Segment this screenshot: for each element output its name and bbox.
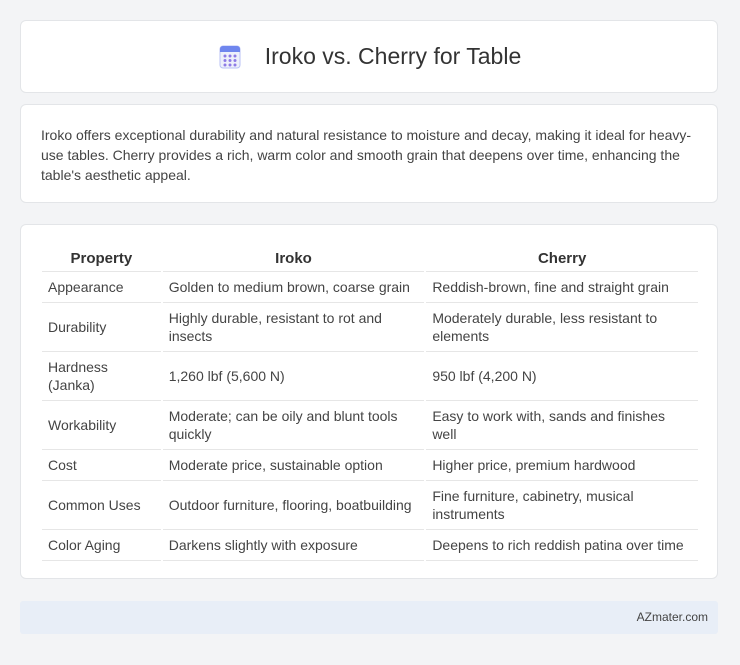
property-cell: Hardness (Janka) (42, 352, 161, 401)
property-cell: Appearance (42, 272, 161, 303)
description-text: Iroko offers exceptional durability and … (41, 127, 692, 183)
iroko-cell: 1,260 lbf (5,600 N) (162, 352, 425, 401)
title-wrap: Iroko vs. Cherry for Table (217, 43, 522, 70)
property-cell: Cost (42, 450, 161, 481)
footer-brand: AZmater.com (636, 610, 708, 624)
property-cell: Workability (42, 401, 161, 450)
cherry-cell: Fine furniture, cabinetry, musical instr… (426, 481, 698, 530)
table-row: Hardness (Janka) 1,260 lbf (5,600 N) 950… (42, 352, 698, 401)
iroko-cell: Golden to medium brown, coarse grain (162, 272, 425, 303)
cherry-cell: Moderately durable, less resistant to el… (426, 303, 698, 352)
comparison-table: Property Iroko Cherry Appearance Golden … (40, 245, 700, 561)
iroko-cell: Moderate price, sustainable option (162, 450, 425, 481)
cherry-cell: Easy to work with, sands and finishes we… (426, 401, 698, 450)
column-header-iroko: Iroko (162, 245, 425, 272)
page-title: Iroko vs. Cherry for Table (264, 43, 522, 69)
iroko-cell: Outdoor furniture, flooring, boatbuildin… (162, 481, 425, 530)
calculator-icon (219, 45, 241, 68)
title-card: Iroko vs. Cherry for Table (20, 20, 718, 93)
column-header-property: Property (42, 245, 161, 272)
property-cell: Durability (42, 303, 161, 352)
iroko-cell: Darkens slightly with exposure (162, 530, 425, 561)
cherry-cell: Reddish-brown, fine and straight grain (426, 272, 698, 303)
property-cell: Common Uses (42, 481, 161, 530)
property-cell: Color Aging (42, 530, 161, 561)
iroko-cell: Highly durable, resistant to rot and ins… (162, 303, 425, 352)
cherry-cell: 950 lbf (4,200 N) (426, 352, 698, 401)
cherry-cell: Higher price, premium hardwood (426, 450, 698, 481)
column-header-cherry: Cherry (426, 245, 698, 272)
cherry-cell: Deepens to rich reddish patina over time (426, 530, 698, 561)
description-card: Iroko offers exceptional durability and … (20, 104, 718, 203)
iroko-cell: Moderate; can be oily and blunt tools qu… (162, 401, 425, 450)
table-row: Workability Moderate; can be oily and bl… (42, 401, 698, 450)
comparison-card: Property Iroko Cherry Appearance Golden … (20, 224, 718, 579)
table-row: Cost Moderate price, sustainable option … (42, 450, 698, 481)
table-header-row: Property Iroko Cherry (42, 245, 698, 272)
table-row: Durability Highly durable, resistant to … (42, 303, 698, 352)
footer-bar: AZmater.com (20, 601, 718, 634)
table-row: Appearance Golden to medium brown, coars… (42, 272, 698, 303)
table-row: Common Uses Outdoor furniture, flooring,… (42, 481, 698, 530)
table-row: Color Aging Darkens slightly with exposu… (42, 530, 698, 561)
